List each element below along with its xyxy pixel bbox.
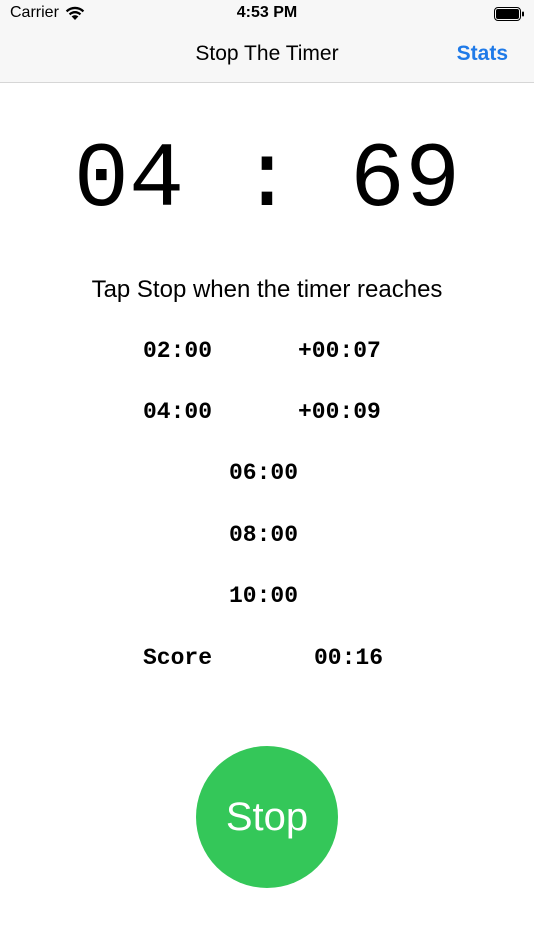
- score-value: 00:16: [314, 645, 384, 671]
- page-title: Stop The Timer: [195, 42, 339, 65]
- target-time: 04:00: [143, 399, 213, 425]
- target-delta: +00:09: [298, 399, 381, 425]
- timer-display: 04 : 69: [73, 128, 461, 233]
- target-time: 10:00: [229, 583, 299, 609]
- status-time: 4:53 PM: [236, 4, 298, 21]
- target-delta: +00:07: [298, 338, 381, 364]
- status-bar: Carrier 4:53 PM: [0, 0, 534, 28]
- stats-button[interactable]: Stats: [457, 42, 508, 66]
- score-label: Score: [143, 645, 213, 671]
- stop-button[interactable]: Stop: [196, 746, 338, 888]
- target-time: 08:00: [229, 522, 299, 548]
- target-time: 02:00: [143, 338, 213, 364]
- instruction-text: Tap Stop when the timer reaches: [91, 276, 443, 303]
- battery-icon: [494, 7, 524, 21]
- target-time: 06:00: [229, 460, 299, 486]
- navigation-bar: Stop The Timer Stats: [0, 28, 534, 83]
